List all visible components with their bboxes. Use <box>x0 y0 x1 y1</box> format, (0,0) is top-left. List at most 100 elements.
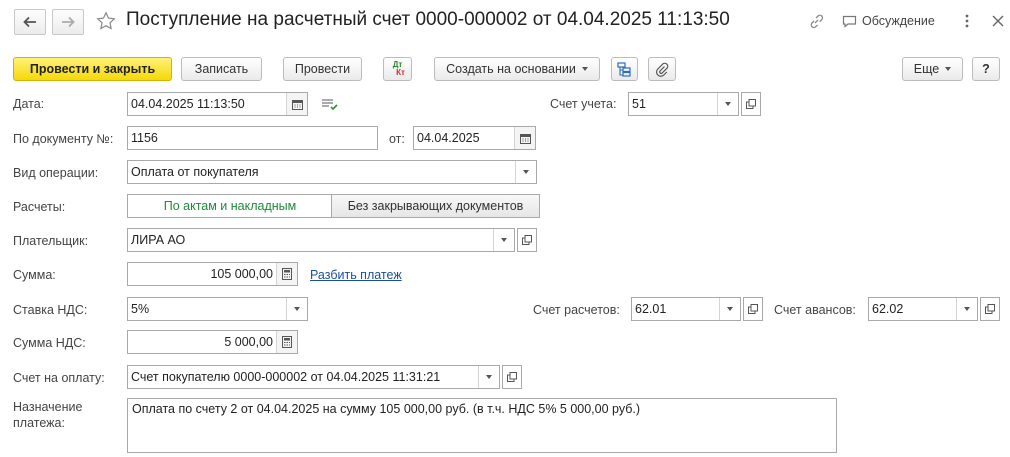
settle-acc-value: 62.01 <box>635 302 667 316</box>
account-open-button[interactable] <box>741 92 761 116</box>
payer-dropdown-button[interactable] <box>493 229 514 251</box>
invoice-value: Счет покупателю 0000-000002 от 04.04.202… <box>131 370 441 384</box>
doc-no-label: По документу №: <box>13 132 114 146</box>
open-window-icon <box>507 372 517 382</box>
vat-sum-value: 5 000,00 <box>224 335 273 349</box>
account-field[interactable]: 51 <box>628 92 739 116</box>
link-icon[interactable] <box>808 13 825 33</box>
settle-acc-field[interactable]: 62.01 <box>631 297 741 321</box>
settlements-label: Расчеты: <box>13 200 66 214</box>
post-and-close-button[interactable]: Провести и закрыть <box>13 57 172 81</box>
chevron-down-icon <box>964 307 970 311</box>
op-type-dropdown-button[interactable] <box>515 161 536 183</box>
calendar-icon <box>291 99 303 110</box>
open-window-icon <box>748 304 758 314</box>
create-based-on-label: Создать на основании <box>446 62 576 76</box>
purpose-value: Оплата по счету 2 от 04.04.2025 на сумму… <box>132 402 641 416</box>
payer-field[interactable]: ЛИРА АО <box>127 228 515 252</box>
invoice-field[interactable]: Счет покупателю 0000-000002 от 04.04.202… <box>127 365 500 389</box>
forward-button[interactable] <box>52 9 84 35</box>
discussion-button[interactable]: Обсуждение <box>842 14 935 28</box>
calculator-button[interactable] <box>276 263 297 285</box>
advance-acc-field[interactable]: 62.02 <box>868 297 978 321</box>
chevron-down-icon <box>945 67 952 71</box>
chevron-down-icon <box>523 170 529 174</box>
save-button[interactable]: Записать <box>181 57 262 81</box>
calendar-button[interactable] <box>286 93 307 115</box>
hierarchy-icon <box>617 61 631 77</box>
invoice-open-button[interactable] <box>502 365 522 389</box>
sum-value: 105 000,00 <box>210 267 273 281</box>
structure-button[interactable] <box>611 57 638 81</box>
doc-no-field[interactable]: 1156 <box>127 126 378 150</box>
dtkt-button[interactable]: Дт Кт <box>383 57 412 81</box>
open-window-icon <box>522 235 532 245</box>
payer-label: Плательщик: <box>13 234 89 248</box>
sum-field[interactable]: 105 000,00 <box>127 262 298 286</box>
settle-acc-label: Счет расчетов: <box>533 303 620 317</box>
vat-rate-value: 5% <box>131 302 150 316</box>
chat-icon <box>842 15 857 28</box>
payer-value: ЛИРА АО <box>131 233 186 247</box>
discussion-label: Обсуждение <box>862 14 935 28</box>
from-date-field[interactable]: 04.04.2025 <box>413 126 536 150</box>
date-label: Дата: <box>13 97 45 111</box>
open-window-icon <box>746 99 756 109</box>
settle-acc-dropdown-button[interactable] <box>719 298 740 320</box>
calculator-icon <box>282 336 292 348</box>
invoice-dropdown-button[interactable] <box>478 366 499 388</box>
op-type-value: Оплата от покупателя <box>131 165 259 179</box>
account-dropdown-button[interactable] <box>717 93 738 115</box>
calculator-icon <box>282 268 292 280</box>
chevron-down-icon <box>727 307 733 311</box>
split-payment-link[interactable]: Разбить платеж <box>310 268 402 282</box>
purpose-label-line1: Назначение <box>13 400 83 414</box>
chevron-down-icon <box>486 375 492 379</box>
vat-rate-select[interactable]: 5% <box>127 297 308 321</box>
settle-acc-open-button[interactable] <box>743 297 763 321</box>
advance-acc-dropdown-button[interactable] <box>956 298 977 320</box>
purpose-textarea[interactable]: Оплата по счету 2 от 04.04.2025 на сумму… <box>127 398 837 453</box>
close-icon[interactable] <box>992 15 1004 30</box>
invoice-label: Счет на оплату: <box>13 371 105 385</box>
attach-button[interactable] <box>648 57 676 81</box>
op-type-select[interactable]: Оплата от покупателя <box>127 160 537 184</box>
page-title: Поступление на расчетный счет 0000-00000… <box>126 9 730 30</box>
more-label: Еще <box>913 62 940 76</box>
vat-rate-label: Ставка НДС: <box>13 303 88 317</box>
calculator-button[interactable] <box>276 331 297 353</box>
advance-acc-open-button[interactable] <box>980 297 1000 321</box>
more-button[interactable]: Еще <box>902 57 963 81</box>
back-button[interactable] <box>14 9 46 35</box>
purpose-label-line2: платежа: <box>13 416 65 430</box>
settle-option-acts[interactable]: По актам и накладным <box>127 194 332 218</box>
chevron-down-icon <box>294 307 300 311</box>
arrow-right-icon <box>62 16 75 28</box>
from-label: от: <box>389 132 405 146</box>
date-history-icon[interactable] <box>321 97 338 114</box>
advance-acc-label: Счет авансов: <box>774 303 856 317</box>
calendar-button[interactable] <box>514 127 535 149</box>
vat-sum-label: Сумма НДС: <box>13 336 86 350</box>
from-date-value: 04.04.2025 <box>417 131 480 145</box>
help-button[interactable]: ? <box>972 57 1000 81</box>
open-window-icon <box>985 304 995 314</box>
vat-rate-dropdown-button[interactable] <box>286 298 307 320</box>
chevron-down-icon <box>501 238 507 242</box>
date-value: 04.04.2025 11:13:50 <box>131 97 245 111</box>
more-vert-icon[interactable] <box>964 13 970 32</box>
op-type-label: Вид операции: <box>13 166 99 180</box>
payer-open-button[interactable] <box>517 228 537 252</box>
vat-sum-field[interactable]: 5 000,00 <box>127 330 298 354</box>
account-value: 51 <box>632 97 646 111</box>
chevron-down-icon <box>725 102 731 106</box>
account-label: Счет учета: <box>550 97 617 111</box>
post-button[interactable]: Провести <box>283 57 362 81</box>
settle-option-no-docs[interactable]: Без закрывающих документов <box>331 194 540 218</box>
kt-label: Кт <box>396 68 405 77</box>
arrow-left-icon <box>23 16 36 28</box>
date-field[interactable]: 04.04.2025 11:13:50 <box>127 92 308 116</box>
favorite-star-icon[interactable] <box>96 11 116 34</box>
create-based-on-button[interactable]: Создать на основании <box>434 57 600 81</box>
advance-acc-value: 62.02 <box>872 302 904 316</box>
